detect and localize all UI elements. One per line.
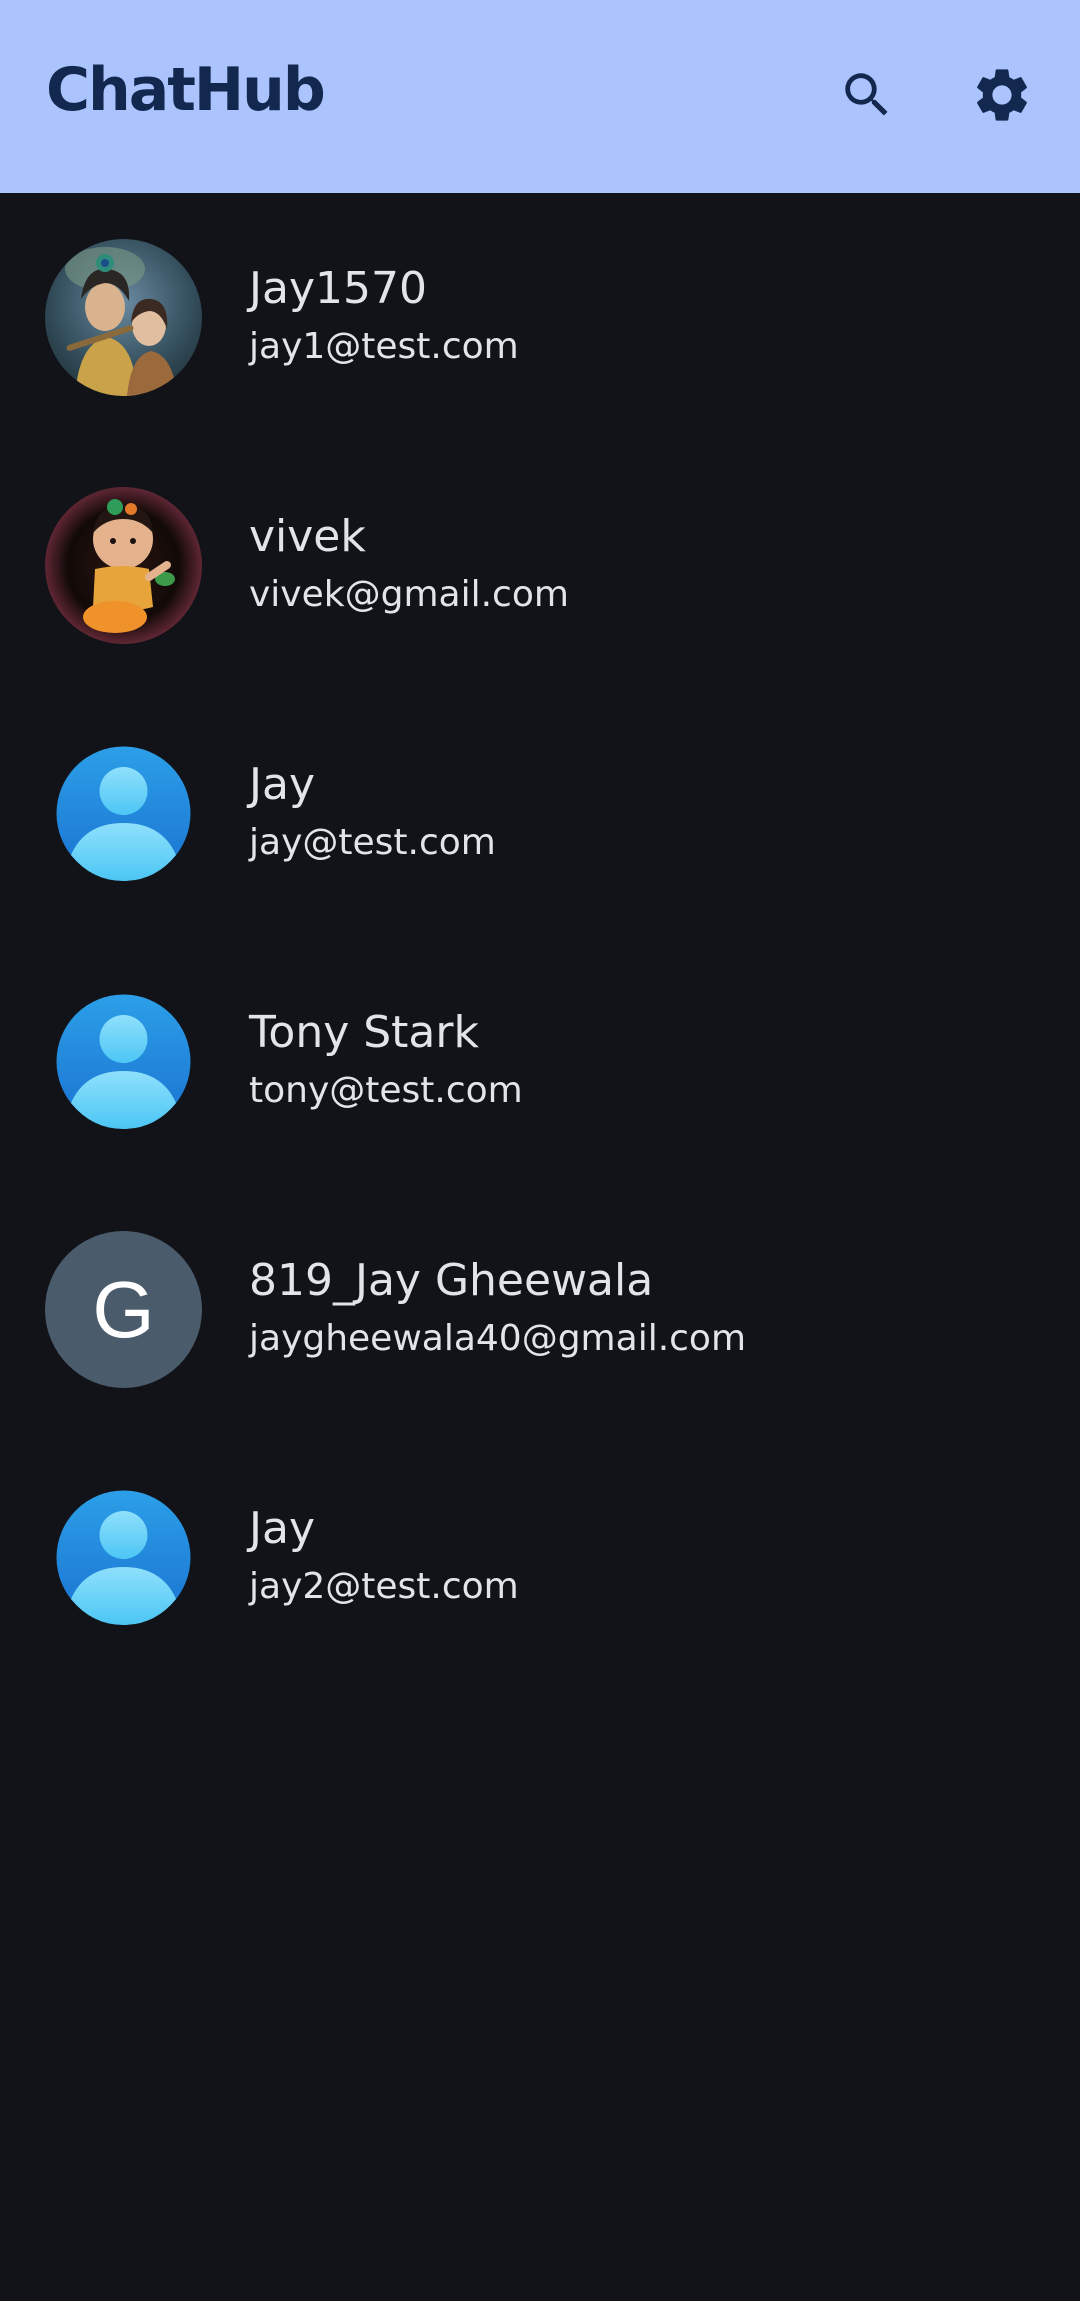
- default-person-icon: [56, 746, 191, 881]
- krishna-radha-photo-icon: [45, 239, 202, 396]
- contact-email: tony@test.com: [249, 1070, 523, 1111]
- contact-name: Jay: [249, 759, 315, 810]
- search-icon: [845, 73, 888, 116]
- contact-item[interactable]: Jay1570 jay1@test.com: [0, 193, 1080, 441]
- contact-email: jay@test.com: [249, 822, 496, 863]
- contact-item[interactable]: Tony Stark tony@test.com: [0, 937, 1080, 1185]
- contact-item[interactable]: Jay jay@test.com: [0, 689, 1080, 937]
- gear-icon: [977, 69, 1027, 121]
- avatar[interactable]: [45, 983, 202, 1140]
- avatar[interactable]: [45, 1479, 202, 1636]
- contact-name: vivek: [249, 511, 366, 562]
- contact-email: jay2@test.com: [249, 1566, 519, 1607]
- contact-name: 819_Jay Gheewala: [249, 1255, 654, 1306]
- top-app-bar: ChatHub: [0, 0, 1080, 193]
- contact-item[interactable]: Jay jay2@test.com: [0, 1433, 1080, 1681]
- avatar[interactable]: [45, 487, 202, 644]
- contact-list: Jay1570 jay1@test.com vivek vivek@gmail.…: [0, 193, 1080, 1681]
- avatar[interactable]: [45, 239, 202, 396]
- contact-email: vivek@gmail.com: [249, 574, 569, 615]
- contact-item[interactable]: vivek vivek@gmail.com: [0, 441, 1080, 689]
- contact-email: jaygheewala40@gmail.com: [249, 1318, 747, 1359]
- default-person-icon: [56, 1490, 191, 1625]
- contact-email: jay1@test.com: [249, 326, 519, 367]
- letter-avatar[interactable]: G: [45, 1231, 202, 1388]
- contact-name: Tony Stark: [249, 1007, 479, 1058]
- avatar[interactable]: [45, 735, 202, 892]
- app-title: ChatHub: [46, 55, 326, 125]
- default-person-icon: [56, 994, 191, 1129]
- contact-item[interactable]: G 819_Jay Gheewala jaygheewala40@gmail.c…: [0, 1185, 1080, 1433]
- baby-krishna-photo-icon: [45, 487, 202, 644]
- settings-button[interactable]: [957, 50, 1047, 140]
- search-button[interactable]: [822, 50, 912, 140]
- contact-name: Jay: [249, 1503, 315, 1554]
- contact-name: Jay1570: [249, 263, 427, 314]
